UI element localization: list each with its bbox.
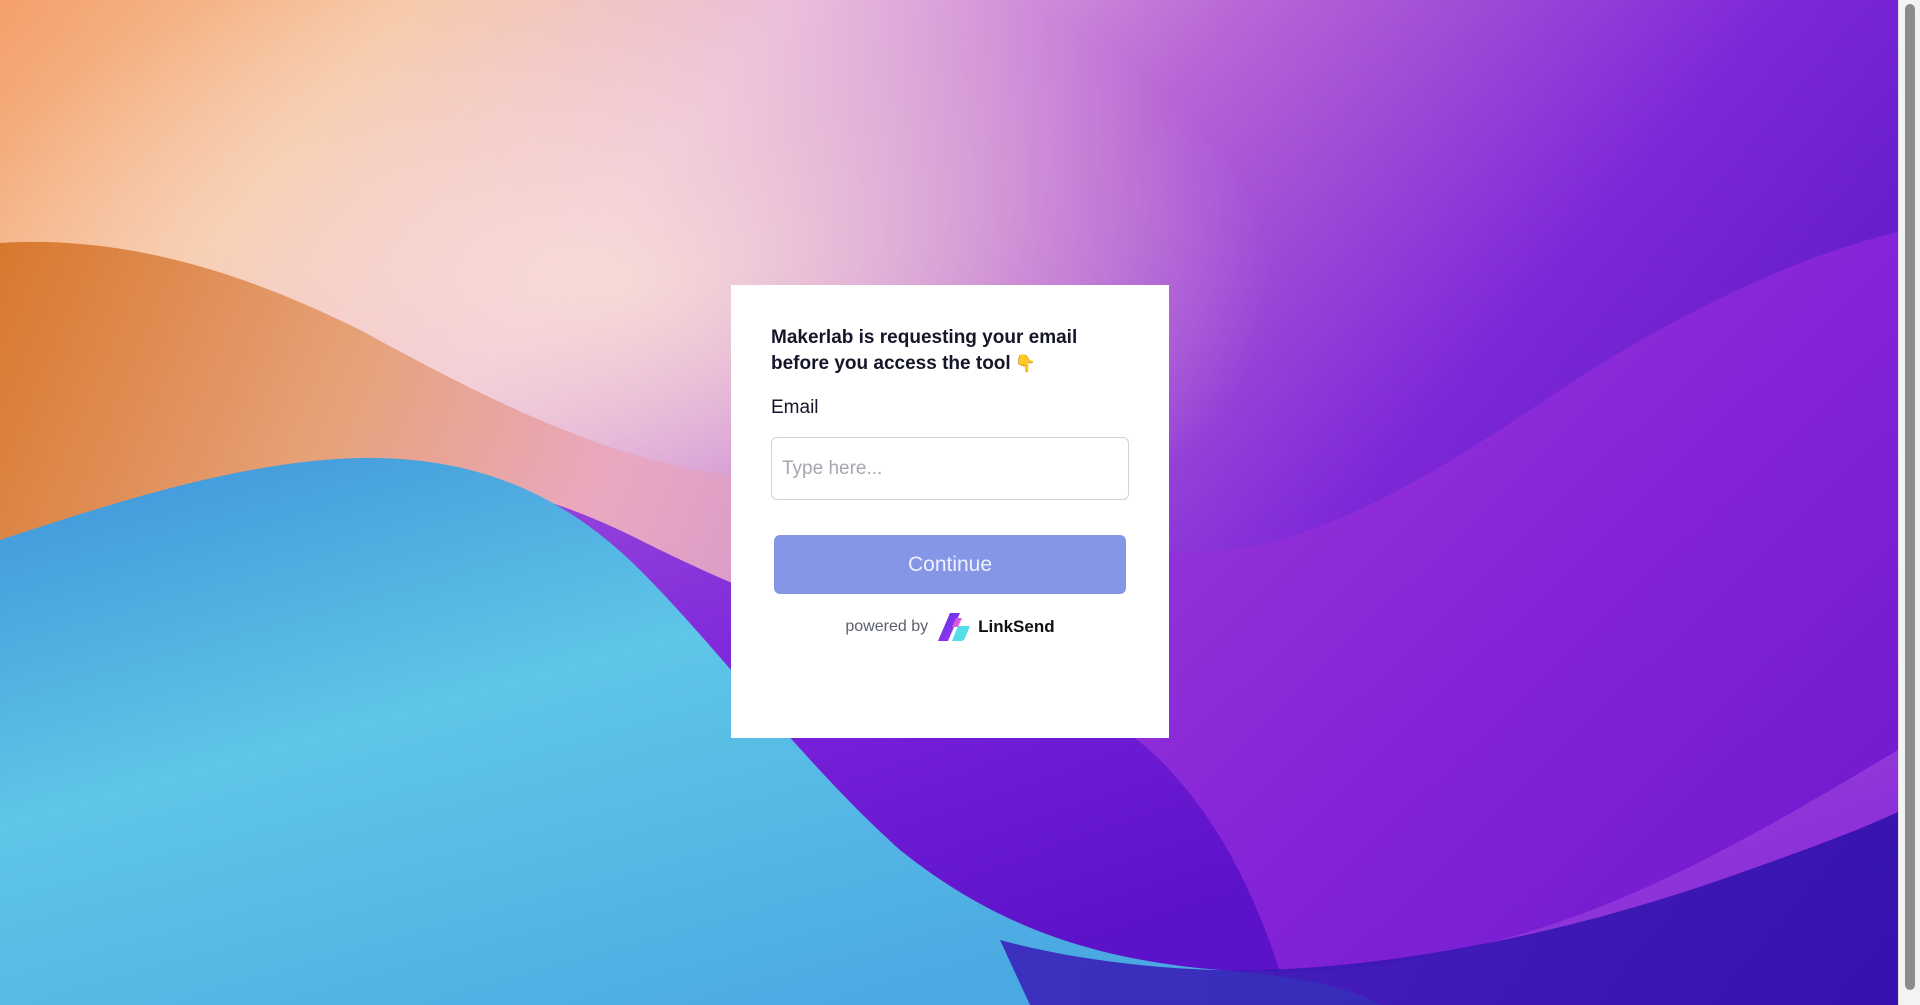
email-request-modal: Makerlab is requesting your email before… [731,285,1169,738]
email-input[interactable] [771,437,1129,500]
continue-button[interactable]: Continue [774,535,1126,594]
brand-name: LinkSend [978,617,1055,636]
vertical-scrollbar[interactable] [1898,0,1920,1005]
powered-by-footer[interactable]: powered by LinkSend [771,612,1129,642]
powered-by-text: powered by [845,618,929,635]
linksend-logo-icon [938,613,971,641]
page-background: Makerlab is requesting your email before… [0,0,1898,1005]
pointing-down-emoji-icon: 👇 [1014,354,1036,373]
scrollbar-thumb[interactable] [1905,4,1915,990]
modal-title: Makerlab is requesting your email before… [771,325,1101,377]
email-label: Email [771,397,819,418]
